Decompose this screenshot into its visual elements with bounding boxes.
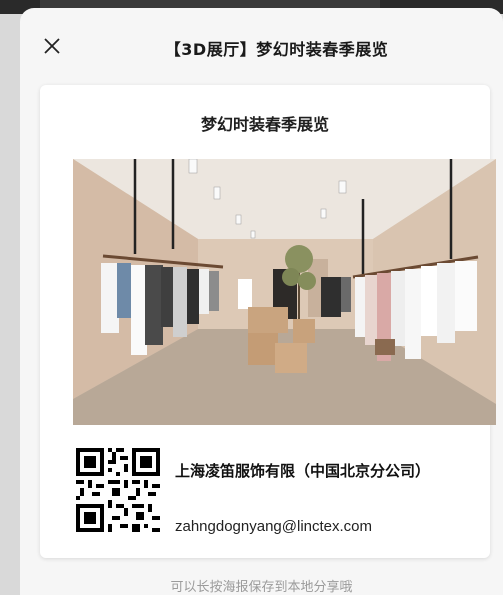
close-icon[interactable] bbox=[42, 36, 62, 56]
qr-code-icon bbox=[76, 448, 160, 532]
sheet-title: 【3D展厅】梦幻时装春季展览 bbox=[164, 40, 389, 59]
sheet-header: 【3D展厅】梦幻时装春季展览 bbox=[20, 8, 503, 80]
poster-title: 梦幻时装春季展览 bbox=[200, 115, 329, 134]
company-name: 上海凌笛服饰有限（中国北京分公司） bbox=[175, 462, 431, 480]
share-poster[interactable]: 梦幻时装春季展览 上海凌笛服饰有限（中国北京分公司） zahngdognyang… bbox=[40, 85, 496, 558]
showroom-photo bbox=[73, 159, 496, 425]
share-sheet: 【3D展厅】梦幻时装春季展览 梦幻时装春季展览 上海凌笛服饰有限（中国北京分公司… bbox=[20, 8, 503, 595]
contact-email: zahngdognyang@linctex.com bbox=[175, 518, 373, 535]
save-hint: 可以长按海报保存到本地分享哦 bbox=[170, 580, 353, 595]
